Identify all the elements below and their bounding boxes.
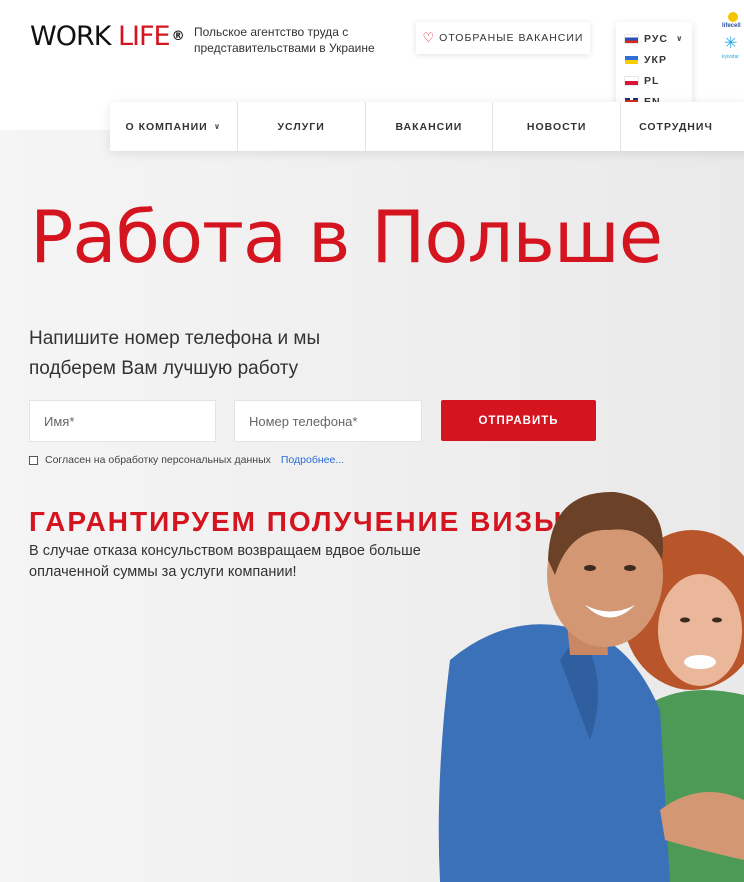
language-option-ua[interactable]: УКР (625, 49, 692, 70)
consent-more-link[interactable]: Подробнее... (281, 454, 344, 466)
nav-item-label: ВАКАНСИИ (395, 120, 463, 133)
hero-couple-photo (430, 480, 744, 882)
flag-ru-icon (625, 34, 638, 43)
logo-life: LIFE (118, 21, 171, 52)
mobile-operators: lifecell ✳ kyivstar (722, 12, 744, 62)
nav-item-news[interactable]: НОВОСТИ (493, 102, 622, 151)
logo[interactable]: WORK LIFE ® (30, 21, 185, 52)
consent-checkbox[interactable] (29, 455, 38, 465)
flag-pl-icon (625, 76, 638, 85)
nav-item-services[interactable]: УСЛУГИ (238, 102, 366, 151)
favorite-vacancies-button[interactable]: ♡ ОТОБРАНЫЕ ВАКАНСИИ (416, 22, 590, 54)
favorite-vacancies-label: ОТОБРАНЫЕ ВАКАНСИИ (439, 32, 584, 44)
language-option-pl[interactable]: PL (625, 70, 692, 91)
submit-button[interactable]: ОТПРАВИТЬ (441, 400, 596, 441)
language-switcher[interactable]: РУС ∨ УКР PL EN (616, 22, 692, 112)
name-input[interactable]: Имя* (29, 400, 216, 442)
tagline: Польское агентство труда с представитель… (194, 25, 375, 55)
phone-input[interactable]: Номер телефона* (234, 400, 422, 442)
nav-item-label: О КОМПАНИИ (125, 120, 208, 133)
language-option-ru[interactable]: РУС ∨ (625, 28, 692, 49)
chevron-down-icon: ∨ (675, 34, 684, 43)
kyivstar-logo[interactable]: ✳ (724, 36, 737, 52)
consent-row: Согласен на обработку персональных данны… (29, 454, 344, 466)
kyivstar-label: kyivstar (722, 54, 739, 60)
nav-item-label: НОВОСТИ (526, 120, 587, 133)
logo-registered-mark: ® (171, 29, 185, 44)
nav-item-vacancies[interactable]: ВАКАНСИИ (366, 102, 494, 151)
hero-subtitle: Напишите номер телефона и мы подберем Ва… (29, 328, 321, 379)
nav-item-label: УСЛУГИ (277, 120, 325, 133)
nav-item-about[interactable]: О КОМПАНИИ ∨ (110, 102, 238, 151)
lifecell-logo[interactable] (728, 12, 738, 22)
visa-guarantee-text: В случае отказа консульством возвращаем … (29, 543, 421, 580)
chevron-down-icon: ∨ (213, 122, 222, 131)
language-label: PL (644, 74, 660, 87)
lifecell-label: lifecell (722, 23, 741, 29)
language-label: УКР (644, 53, 667, 66)
nav-item-label: СОТРУДНИЧ (639, 120, 713, 133)
heart-icon: ♡ (422, 30, 436, 45)
flag-ua-icon (625, 55, 638, 64)
hero-title: Работа в Польше (30, 195, 663, 279)
couple-illustration (438, 491, 744, 882)
main-nav: О КОМПАНИИ ∨ УСЛУГИ ВАКАНСИИ НОВОСТИ СОТ… (110, 102, 744, 151)
logo-work: WORK (30, 21, 111, 52)
language-label: РУС (644, 32, 668, 45)
nav-item-cooperation[interactable]: СОТРУДНИЧ (621, 102, 744, 151)
consent-text: Согласен на обработку персональных данны… (45, 454, 271, 466)
